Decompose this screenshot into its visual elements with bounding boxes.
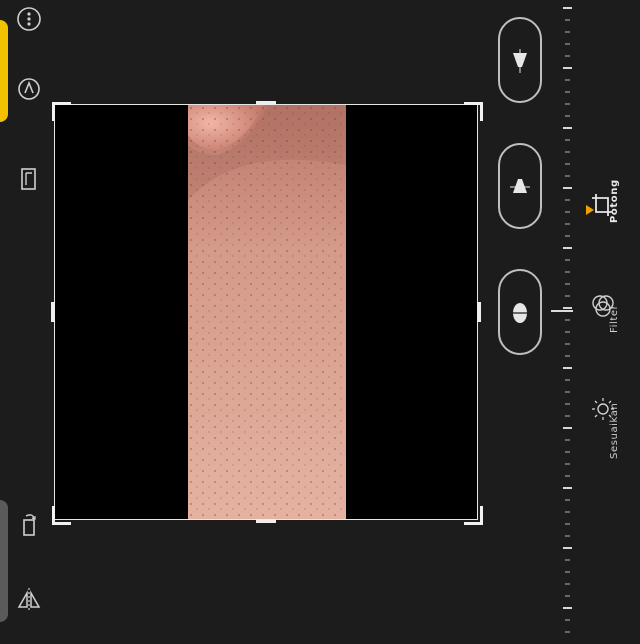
crop-handle-left[interactable]: [51, 302, 55, 322]
flip-icon[interactable]: [14, 584, 44, 614]
active-tool-indicator: [0, 20, 8, 122]
secondary-tool-indicator: [0, 500, 8, 622]
tab-filter[interactable]: Filter: [590, 285, 630, 375]
straighten-button[interactable]: [498, 269, 542, 355]
more-options-icon[interactable]: [14, 4, 44, 34]
crop-handle-top[interactable]: [256, 101, 276, 105]
crop-frame-border: [54, 104, 478, 520]
tab-potong[interactable]: Potong: [590, 178, 630, 268]
tab-sesuaikan[interactable]: Sesuaikan: [590, 392, 630, 482]
crop-handle-top-right[interactable]: [464, 102, 483, 121]
crop-handle-bottom[interactable]: [256, 519, 276, 523]
rotate-icon[interactable]: [14, 510, 44, 540]
tab-sesuaikan-label: Sesuaikan: [609, 402, 620, 459]
crop-handle-right[interactable]: [477, 302, 481, 322]
crop-handle-bottom-right[interactable]: [464, 506, 483, 525]
tab-filter-label: Filter: [609, 304, 620, 333]
compass-icon[interactable]: [14, 74, 44, 104]
perspective-vertical-button[interactable]: [498, 17, 542, 103]
angle-ruler[interactable]: [560, 0, 574, 640]
frame-icon[interactable]: [14, 164, 44, 194]
crop-handle-top-left[interactable]: [52, 102, 71, 121]
perspective-horizontal-button[interactable]: [498, 143, 542, 229]
crop-handle-bottom-left[interactable]: [52, 506, 71, 525]
tab-potong-label: Potong: [609, 179, 620, 223]
